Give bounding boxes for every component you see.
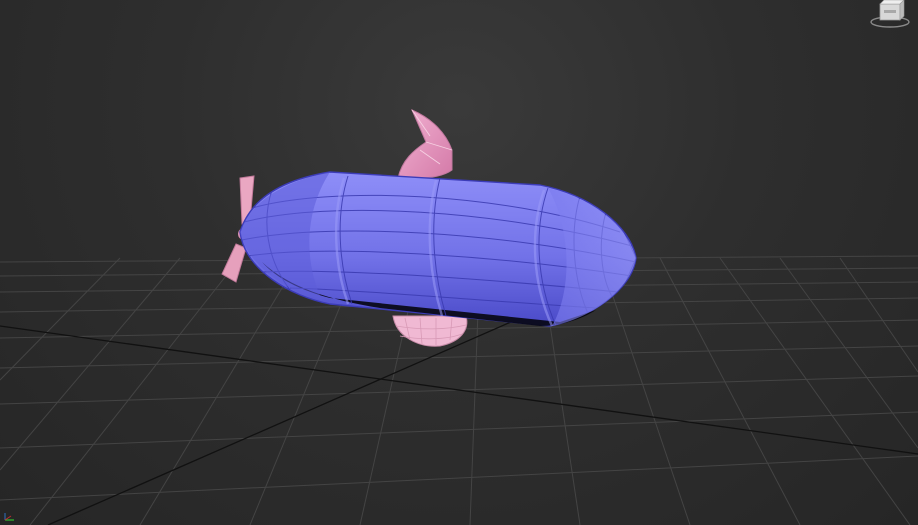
top-fin[interactable] [397,109,453,179]
gondola[interactable] [392,315,468,347]
viewcube-icon[interactable] [868,0,912,30]
viewport-scene[interactable] [0,0,918,525]
axis-tripod-icon [4,513,14,521]
perspective-viewport[interactable] [0,0,918,525]
airship-hull[interactable] [239,171,637,327]
